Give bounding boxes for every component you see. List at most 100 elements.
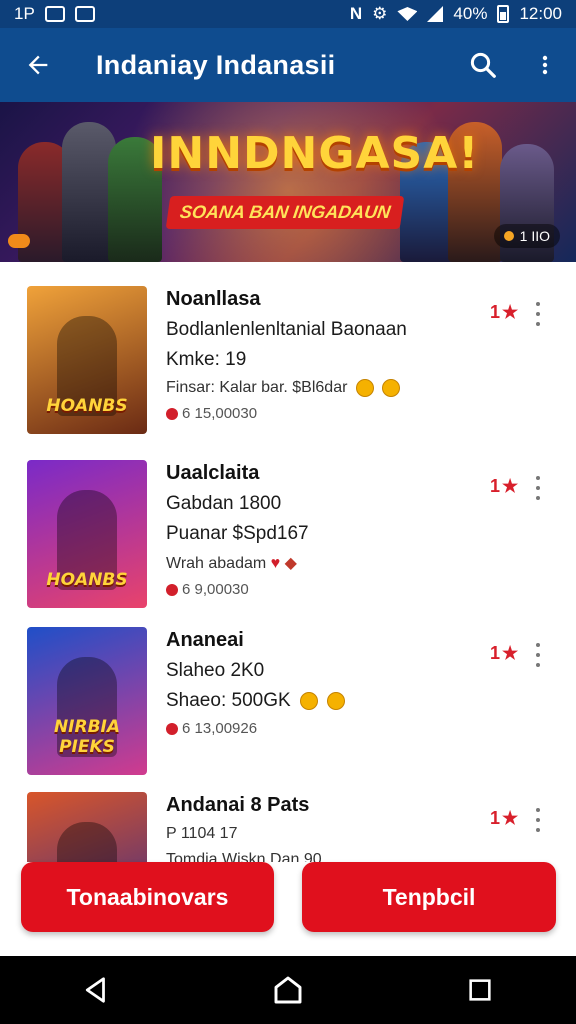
item-line2: Puanar $Spd167 (166, 523, 309, 544)
star-icon: ★ (502, 808, 519, 828)
item-line3: Wrah abadam (166, 555, 267, 572)
item-rating: 1 ★ (490, 808, 518, 829)
item-thumbnail: HOANBS (27, 286, 147, 434)
more-vert-icon (542, 55, 548, 75)
status-left-text: 1P (14, 4, 35, 23)
item-meta: 6 15,00030 (166, 405, 466, 422)
banner-subtitle: SOANA BAN INGADAUN (165, 196, 405, 229)
thumbnail-label: HOANBS (46, 570, 128, 590)
thumbnail-label: HOANBS (46, 396, 128, 416)
status-time: 12:00 (519, 4, 562, 23)
item-info: Noanllasa Bodlanlenlenltanial Baonaan Km… (166, 288, 466, 422)
primary-right-button[interactable]: Tenpbcil (302, 862, 556, 932)
battery-percent: 40% (453, 4, 488, 23)
more-dot (536, 302, 540, 306)
more-dot (536, 653, 540, 657)
sync-icon: ⚙ (372, 4, 388, 23)
status-right: N ⚙ 40% 12:00 (350, 4, 562, 24)
more-dot (536, 643, 540, 647)
thumbnail-figure (57, 822, 117, 862)
app-bar: Indaniay Indanasii (0, 28, 576, 102)
item-name: Ananeai (166, 629, 244, 651)
item-thumbnail (27, 792, 147, 862)
emoji-smile-icon (382, 379, 401, 397)
item-line2-row: Shaeo: 500GK (166, 690, 466, 712)
item-meta-text: 6 15,00030 (182, 405, 258, 423)
emoji-smile-icon (299, 691, 318, 710)
rating-value: 1 (490, 643, 501, 663)
item-info: Ananeai Slaheo 2K0 Shaeo: 500GK 6 13,009… (166, 629, 466, 737)
banner-page-indicator: 1 IIO (493, 224, 560, 248)
item-rating: 1 ★ (490, 643, 518, 664)
list-item[interactable]: Andanai 8 Pats P 1104 17 Tomdia Wiskn Da… (0, 768, 576, 862)
nfc-icon: N (349, 4, 363, 23)
star-icon: ★ (502, 643, 519, 663)
item-meta-text: 6 13,00926 (182, 720, 258, 737)
search-button[interactable] (452, 28, 514, 102)
signal-icon (427, 6, 444, 22)
nav-home-button[interactable] (248, 956, 328, 1024)
more-dot (536, 818, 540, 822)
banner-chip (8, 234, 30, 248)
indicator-dot-icon (503, 231, 514, 241)
list-item[interactable]: HOANBS Noanllasa Bodlanlenlenltanial Bao… (0, 262, 576, 434)
item-thumbnail: NIRBIA PIEKS (27, 627, 147, 775)
heart-icon (166, 583, 178, 596)
heart-icon (166, 722, 178, 735)
game-list: HOANBS Noanllasa Bodlanlenlenltanial Bao… (0, 262, 576, 862)
rating-value: 1 (490, 476, 501, 496)
arrow-left-icon (28, 55, 48, 75)
battery-icon (497, 5, 510, 23)
item-rating: 1 ★ (490, 476, 518, 497)
item-thumbnail: HOANBS (27, 460, 147, 608)
overflow-menu-button[interactable] (514, 28, 576, 102)
list-item[interactable]: HOANBS Uaalclaita Gabdan 1800 Puanar $Sp… (0, 436, 576, 608)
item-line1: Gabdan 1800 (166, 493, 282, 514)
rating-value: 1 (490, 302, 501, 322)
item-line3: Finsar: Kalar bar. $Bl6dar (166, 379, 348, 397)
nav-back-button[interactable] (56, 956, 136, 1024)
primary-left-button[interactable]: Tonaabinovars (21, 862, 274, 932)
more-dot (536, 496, 540, 500)
item-rating: 1 ★ (490, 302, 518, 323)
more-dot (536, 486, 540, 490)
search-icon (470, 52, 496, 78)
item-line3-row: Wrah abadam ♥ ◆ (166, 553, 466, 573)
banner-page-text: 1 IIO (519, 228, 550, 244)
banner-title: INNDNGASA! (150, 128, 480, 179)
item-more-button[interactable] (528, 476, 548, 500)
item-name: Andanai 8 Pats (166, 794, 310, 816)
emoji-smile-icon (327, 691, 346, 710)
item-more-button[interactable] (528, 808, 548, 832)
more-dot (536, 322, 540, 326)
item-line1: Slaheo 2K0 (166, 660, 265, 681)
item-line2: Shaeo: 500GK (166, 690, 291, 711)
more-dot (536, 808, 540, 812)
item-info: Uaalclaita Gabdan 1800 Puanar $Spd167 Wr… (166, 462, 466, 598)
gallery-icon (44, 6, 65, 22)
recents-square-icon (469, 979, 491, 1001)
item-more-button[interactable] (528, 643, 548, 667)
page-title: Indaniay Indanasii (96, 49, 336, 80)
heart-icon (166, 407, 178, 420)
more-dot (536, 828, 540, 832)
emoji-smile-icon (355, 379, 374, 397)
item-line1: P 1104 17 (166, 825, 238, 842)
message-icon (74, 6, 95, 22)
more-dot (536, 476, 540, 480)
star-icon: ★ (502, 302, 519, 322)
item-name: Uaalclaita (166, 462, 260, 484)
star-icon: ★ (502, 476, 519, 496)
more-dot (536, 312, 540, 316)
list-item[interactable]: NIRBIA PIEKS Ananeai Slaheo 2K0 Shaeo: 5… (0, 603, 576, 775)
item-meta: 6 13,00926 (166, 720, 466, 737)
wifi-icon (397, 7, 418, 21)
item-line1: Bodlanlenlenltanial Baonaan (166, 319, 407, 340)
item-more-button[interactable] (528, 302, 548, 326)
back-button[interactable] (0, 28, 76, 102)
nav-recents-button[interactable] (440, 956, 520, 1024)
item-name: Noanllasa (166, 288, 261, 310)
item-meta: 6 9,00030 (166, 581, 466, 598)
promo-banner[interactable]: INNDNGASA! SOANA BAN INGADAUN 1 IIO (0, 102, 576, 262)
item-info: Andanai 8 Pats P 1104 17 Tomdia Wiskn Da… (166, 794, 466, 862)
